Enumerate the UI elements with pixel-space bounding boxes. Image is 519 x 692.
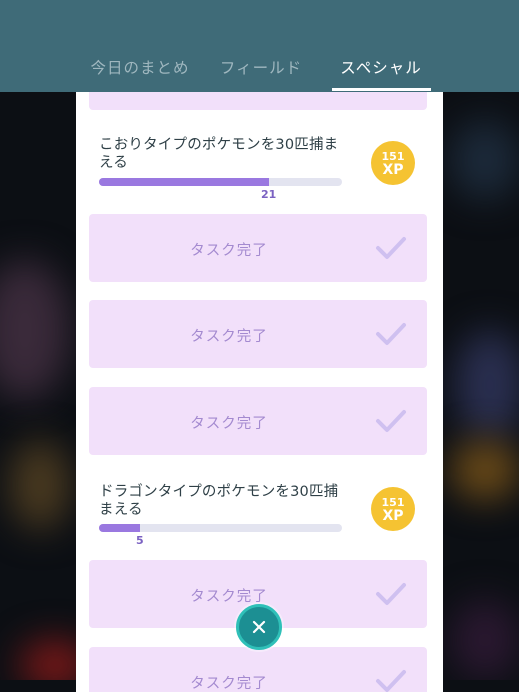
reward-unit: XP: [382, 162, 404, 178]
check-icon: [376, 583, 406, 605]
active-tab-underline: [332, 88, 431, 91]
check-icon: [376, 410, 406, 432]
research-panel[interactable]: こおりタイプのポケモンを30匹捕まえる 21 151 XP タスク完了 タスク完…: [76, 92, 443, 692]
header: 今日のまとめ フィールド スペシャル: [0, 0, 519, 92]
reward-badge: 151 XP: [371, 487, 415, 531]
check-icon: [376, 323, 406, 345]
completed-task-card: タスク完了: [89, 647, 427, 692]
check-icon: [376, 237, 406, 259]
task-title: ドラゴンタイプのポケモンを30匹捕まえる: [99, 484, 339, 518]
task-title: こおりタイプのポケモンを30匹捕まえる: [99, 137, 339, 171]
progress-value: 5: [136, 534, 144, 547]
completed-label: タスク完了: [190, 243, 268, 259]
progress-bar: [99, 524, 342, 532]
completed-task-card: タスク完了: [89, 387, 427, 455]
close-icon: [252, 620, 266, 634]
completed-task-card: タスク完了: [89, 300, 427, 368]
completed-label: タスク完了: [190, 416, 268, 432]
reward-unit: XP: [382, 508, 404, 524]
progress-fill: [99, 178, 270, 186]
progress-fill: [99, 524, 140, 532]
completed-label: タスク完了: [190, 589, 268, 605]
completed-task-card: タスク完了: [89, 214, 427, 282]
close-button[interactable]: [236, 604, 282, 650]
completed-task-card: [89, 92, 427, 110]
completed-label: タスク完了: [190, 676, 268, 692]
tab-field[interactable]: フィールド: [218, 56, 304, 78]
progress-bar: [99, 178, 342, 186]
completed-label: タスク完了: [190, 329, 268, 345]
reward-badge: 151 XP: [371, 141, 415, 185]
check-icon: [376, 670, 406, 692]
tab-special[interactable]: スペシャル: [336, 56, 426, 78]
tab-summary[interactable]: 今日のまとめ: [90, 56, 190, 78]
progress-value: 21: [261, 188, 277, 201]
